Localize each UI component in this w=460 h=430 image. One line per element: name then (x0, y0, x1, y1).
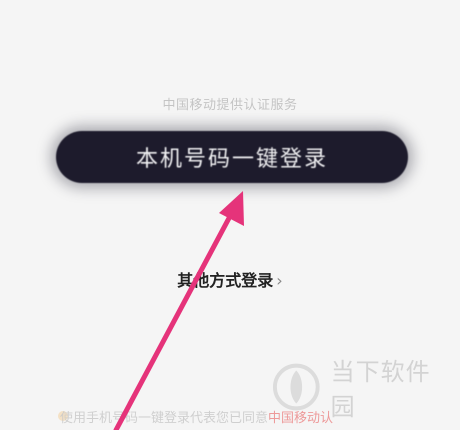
arrow-annotation (113, 191, 244, 430)
